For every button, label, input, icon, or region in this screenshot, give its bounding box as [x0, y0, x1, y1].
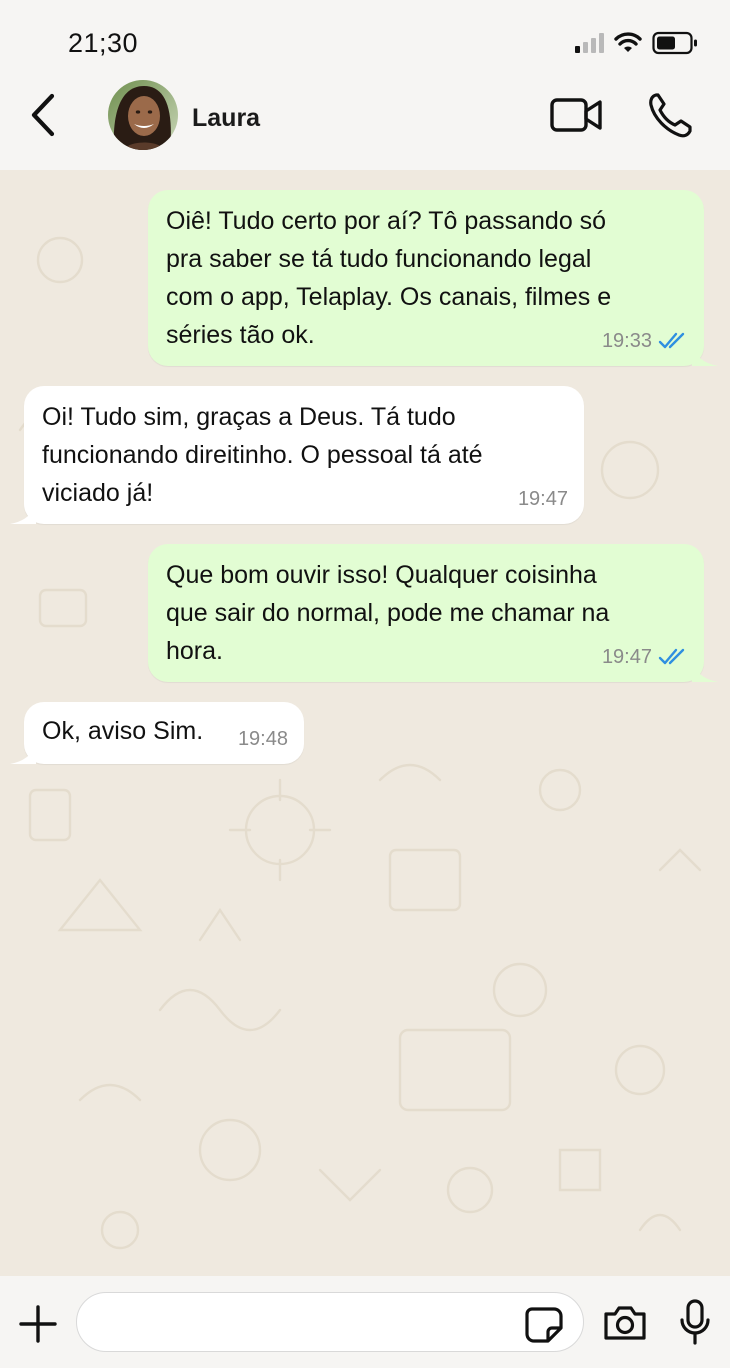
- bubble-tail: [10, 742, 36, 764]
- camera-button[interactable]: [602, 1304, 648, 1342]
- bubble-tail: [10, 502, 36, 524]
- message-meta: 19:47: [518, 480, 568, 518]
- microphone-button[interactable]: [678, 1298, 712, 1346]
- contact-photo: [108, 80, 178, 150]
- message-bubble-outgoing[interactable]: Oiê! Tudo certo por aí? Tô passando só p…: [148, 190, 718, 366]
- sticker-icon: [525, 1307, 563, 1343]
- avatar[interactable]: [108, 80, 178, 150]
- contact-name[interactable]: Laura: [192, 104, 260, 133]
- camera-icon: [604, 1306, 646, 1340]
- message-meta: 19:33: [602, 322, 688, 360]
- bubble-tail: [692, 660, 718, 682]
- message-meta: 19:47: [602, 638, 688, 676]
- sticker-button[interactable]: [524, 1306, 564, 1344]
- signal-icon: [575, 33, 604, 53]
- message-bubble-incoming[interactable]: Oi! Tudo sim, graças a Deus. Tá tudo fun…: [10, 386, 584, 524]
- message-bubble-outgoing[interactable]: Que bom ouvir isso! Qualquer coisinha qu…: [148, 544, 718, 682]
- video-camera-icon: [550, 98, 602, 132]
- status-time: 21;30: [68, 28, 139, 58]
- status-bar: 21;30: [0, 0, 730, 80]
- microphone-icon: [680, 1299, 710, 1345]
- message-bubble-incoming[interactable]: Ok, aviso Sim. 19:48: [10, 702, 304, 764]
- read-receipt-icon: [658, 648, 685, 665]
- status-icons: [575, 30, 698, 56]
- message-input[interactable]: [76, 1292, 584, 1352]
- plus-icon: [19, 1305, 57, 1343]
- message-time: 19:33: [601, 330, 652, 352]
- message-text: Oi! Tudo sim, graças a Deus. Tá tudo fun…: [42, 403, 483, 507]
- voice-call-button[interactable]: [646, 90, 694, 140]
- phone-icon: [649, 93, 692, 138]
- video-call-button[interactable]: [548, 92, 606, 138]
- chat-header: Laura: [0, 80, 730, 170]
- attach-button[interactable]: [18, 1304, 58, 1344]
- back-arrow-icon: [31, 93, 55, 137]
- message-time: 19:47: [517, 488, 568, 510]
- bubble-tail: [692, 344, 718, 366]
- battery-icon: [652, 31, 697, 55]
- message-meta: 19:48: [238, 720, 288, 758]
- wifi-icon: [614, 32, 642, 52]
- input-bar: [0, 1276, 730, 1368]
- read-receipt-icon: [658, 332, 685, 349]
- back-button[interactable]: [24, 92, 64, 138]
- chat-area[interactable]: Oiê! Tudo certo por aí? Tô passando só p…: [0, 170, 730, 1276]
- message-time: 19:48: [237, 728, 288, 750]
- message-time: 19:47: [601, 646, 652, 668]
